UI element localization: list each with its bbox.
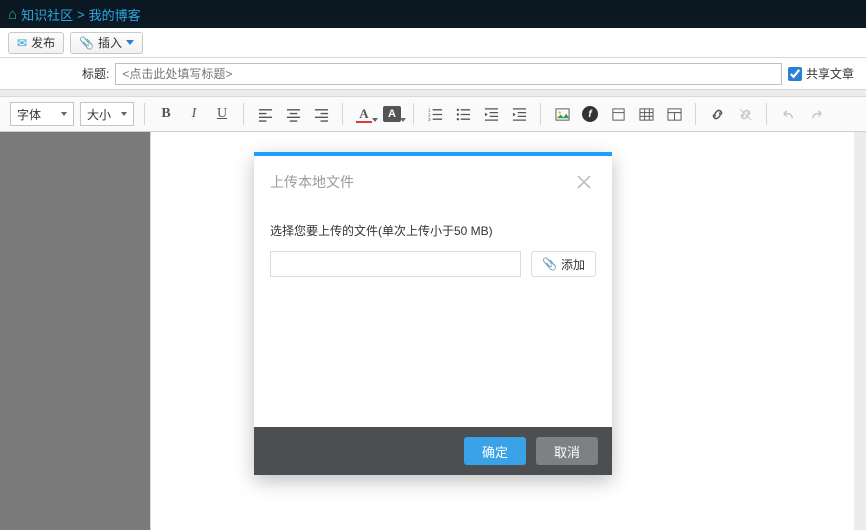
align-right-icon — [314, 107, 329, 122]
insert-button[interactable]: 📎 插入 — [70, 32, 143, 54]
publish-label: 发布 — [31, 34, 55, 51]
font-color-a: A — [359, 106, 368, 122]
flash-button[interactable]: f — [579, 103, 601, 125]
home-icon[interactable]: ⌂ — [8, 6, 17, 23]
indent-icon — [512, 107, 527, 122]
redo-icon — [809, 107, 824, 122]
attachment-icon — [611, 107, 626, 122]
share-checkbox[interactable] — [788, 67, 802, 81]
color-bar-icon — [356, 121, 372, 123]
font-family-label: 字体 — [17, 106, 41, 123]
undo-icon — [781, 107, 796, 122]
modal-spacer — [270, 277, 596, 397]
attach-icon: 📎 — [542, 257, 557, 271]
toolbar-separator — [144, 103, 145, 125]
modal-footer: 确定 取消 — [254, 427, 612, 475]
svg-text:3: 3 — [428, 117, 431, 122]
upload-modal: 上传本地文件 选择您要上传的文件(单次上传小于50 MB) 📎 添加 确定 取消 — [254, 152, 612, 475]
table-icon — [639, 107, 654, 122]
align-right-button[interactable] — [310, 103, 332, 125]
action-bar: ✉ 发布 📎 插入 — [0, 28, 866, 58]
editor-toolbar: 字体 大小 B I U A A 123 f — [0, 96, 866, 132]
font-color-button[interactable]: A — [353, 103, 375, 125]
share-label: 共享文章 — [806, 65, 854, 82]
indent-button[interactable] — [508, 103, 530, 125]
font-family-select[interactable]: 字体 — [10, 102, 74, 126]
redo-button[interactable] — [805, 103, 827, 125]
file-row: 📎 添加 — [270, 251, 596, 277]
close-button[interactable] — [572, 170, 596, 194]
file-path-input[interactable] — [270, 251, 521, 277]
crumb-community[interactable]: 知识社区 — [21, 5, 73, 24]
link-icon — [710, 107, 725, 122]
image-button[interactable] — [551, 103, 573, 125]
unlink-button[interactable] — [734, 103, 756, 125]
toolbar-separator — [243, 103, 244, 125]
font-size-select[interactable]: 大小 — [80, 102, 134, 126]
modal-body: 选择您要上传的文件(单次上传小于50 MB) 📎 添加 — [254, 204, 612, 427]
table-button[interactable] — [635, 103, 657, 125]
close-icon — [576, 174, 592, 190]
canvas-gutter-right — [854, 132, 866, 530]
crumb-sep: > — [77, 7, 85, 22]
align-left-button[interactable] — [254, 103, 276, 125]
insert-label: 插入 — [98, 34, 122, 51]
toolbar-separator — [342, 103, 343, 125]
undo-button[interactable] — [777, 103, 799, 125]
italic-button[interactable]: I — [183, 103, 205, 125]
image-icon — [555, 107, 570, 122]
link-button[interactable] — [706, 103, 728, 125]
bg-color-a: A — [383, 106, 401, 122]
outdent-icon — [484, 107, 499, 122]
top-header: ⌂ 知识社区 > 我的博客 — [0, 0, 866, 28]
toolbar-separator — [413, 103, 414, 125]
bg-color-button[interactable]: A — [381, 103, 403, 125]
cancel-button[interactable]: 取消 — [536, 437, 598, 465]
ordered-list-icon: 123 — [428, 107, 443, 122]
unordered-list-button[interactable] — [452, 103, 474, 125]
title-input[interactable] — [115, 63, 782, 85]
add-label: 添加 — [561, 256, 585, 273]
chevron-down-icon — [126, 40, 134, 45]
toolbar-separator — [695, 103, 696, 125]
publish-button[interactable]: ✉ 发布 — [8, 32, 64, 54]
share-checkbox-wrap[interactable]: 共享文章 — [788, 65, 854, 82]
mail-icon: ✉ — [17, 36, 27, 50]
unordered-list-icon — [456, 107, 471, 122]
layout-button[interactable] — [663, 103, 685, 125]
chevron-down-icon — [121, 112, 127, 116]
bold-button[interactable]: B — [155, 103, 177, 125]
flash-icon: f — [582, 106, 598, 122]
attachment-button[interactable] — [607, 103, 629, 125]
align-left-icon — [258, 107, 273, 122]
outdent-button[interactable] — [480, 103, 502, 125]
title-label: 标题: — [12, 65, 109, 82]
font-size-label: 大小 — [87, 106, 111, 123]
ordered-list-button[interactable]: 123 — [424, 103, 446, 125]
toolbar-separator — [540, 103, 541, 125]
unlink-icon — [738, 107, 753, 122]
title-row: 标题: 共享文章 — [0, 58, 866, 90]
crumb-myblog[interactable]: 我的博客 — [89, 5, 141, 24]
chevron-down-icon — [61, 112, 67, 116]
attach-icon: 📎 — [79, 36, 94, 50]
layout-icon — [667, 107, 682, 122]
add-file-button[interactable]: 📎 添加 — [531, 251, 596, 277]
modal-description: 选择您要上传的文件(单次上传小于50 MB) — [270, 222, 596, 239]
modal-title: 上传本地文件 — [270, 172, 354, 192]
align-center-icon — [286, 107, 301, 122]
modal-header: 上传本地文件 — [254, 156, 612, 204]
underline-button[interactable]: U — [211, 103, 233, 125]
ok-button[interactable]: 确定 — [464, 437, 526, 465]
align-center-button[interactable] — [282, 103, 304, 125]
canvas-gutter-left — [0, 132, 150, 530]
toolbar-separator — [766, 103, 767, 125]
